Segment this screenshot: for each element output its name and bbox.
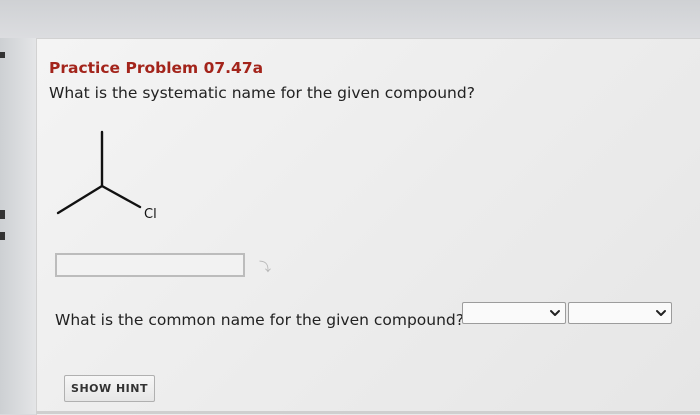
chevron-down-icon (656, 310, 666, 316)
systematic-name-input[interactable] (55, 253, 245, 277)
common-name-question: What is the common name for the given co… (55, 311, 464, 329)
browser-top-bar (0, 0, 700, 38)
margin-mark (0, 232, 5, 240)
bond-left (56, 184, 104, 215)
compound-structure: Cl (56, 130, 157, 222)
common-name-dropdown-2[interactable] (568, 302, 672, 324)
left-margin (0, 38, 36, 414)
input-hint-icon: ⤵ (259, 260, 272, 274)
common-name-dropdown-1[interactable] (462, 302, 566, 324)
bond-right (100, 184, 142, 209)
margin-mark (0, 52, 5, 58)
chlorine-label: Cl (144, 207, 157, 222)
systematic-name-question: What is the systematic name for the give… (49, 84, 475, 102)
chevron-down-icon (550, 310, 560, 316)
problem-title: Practice Problem 07.47a (49, 59, 264, 77)
show-hint-button[interactable]: SHOW HINT (64, 375, 155, 402)
margin-mark (0, 210, 5, 219)
